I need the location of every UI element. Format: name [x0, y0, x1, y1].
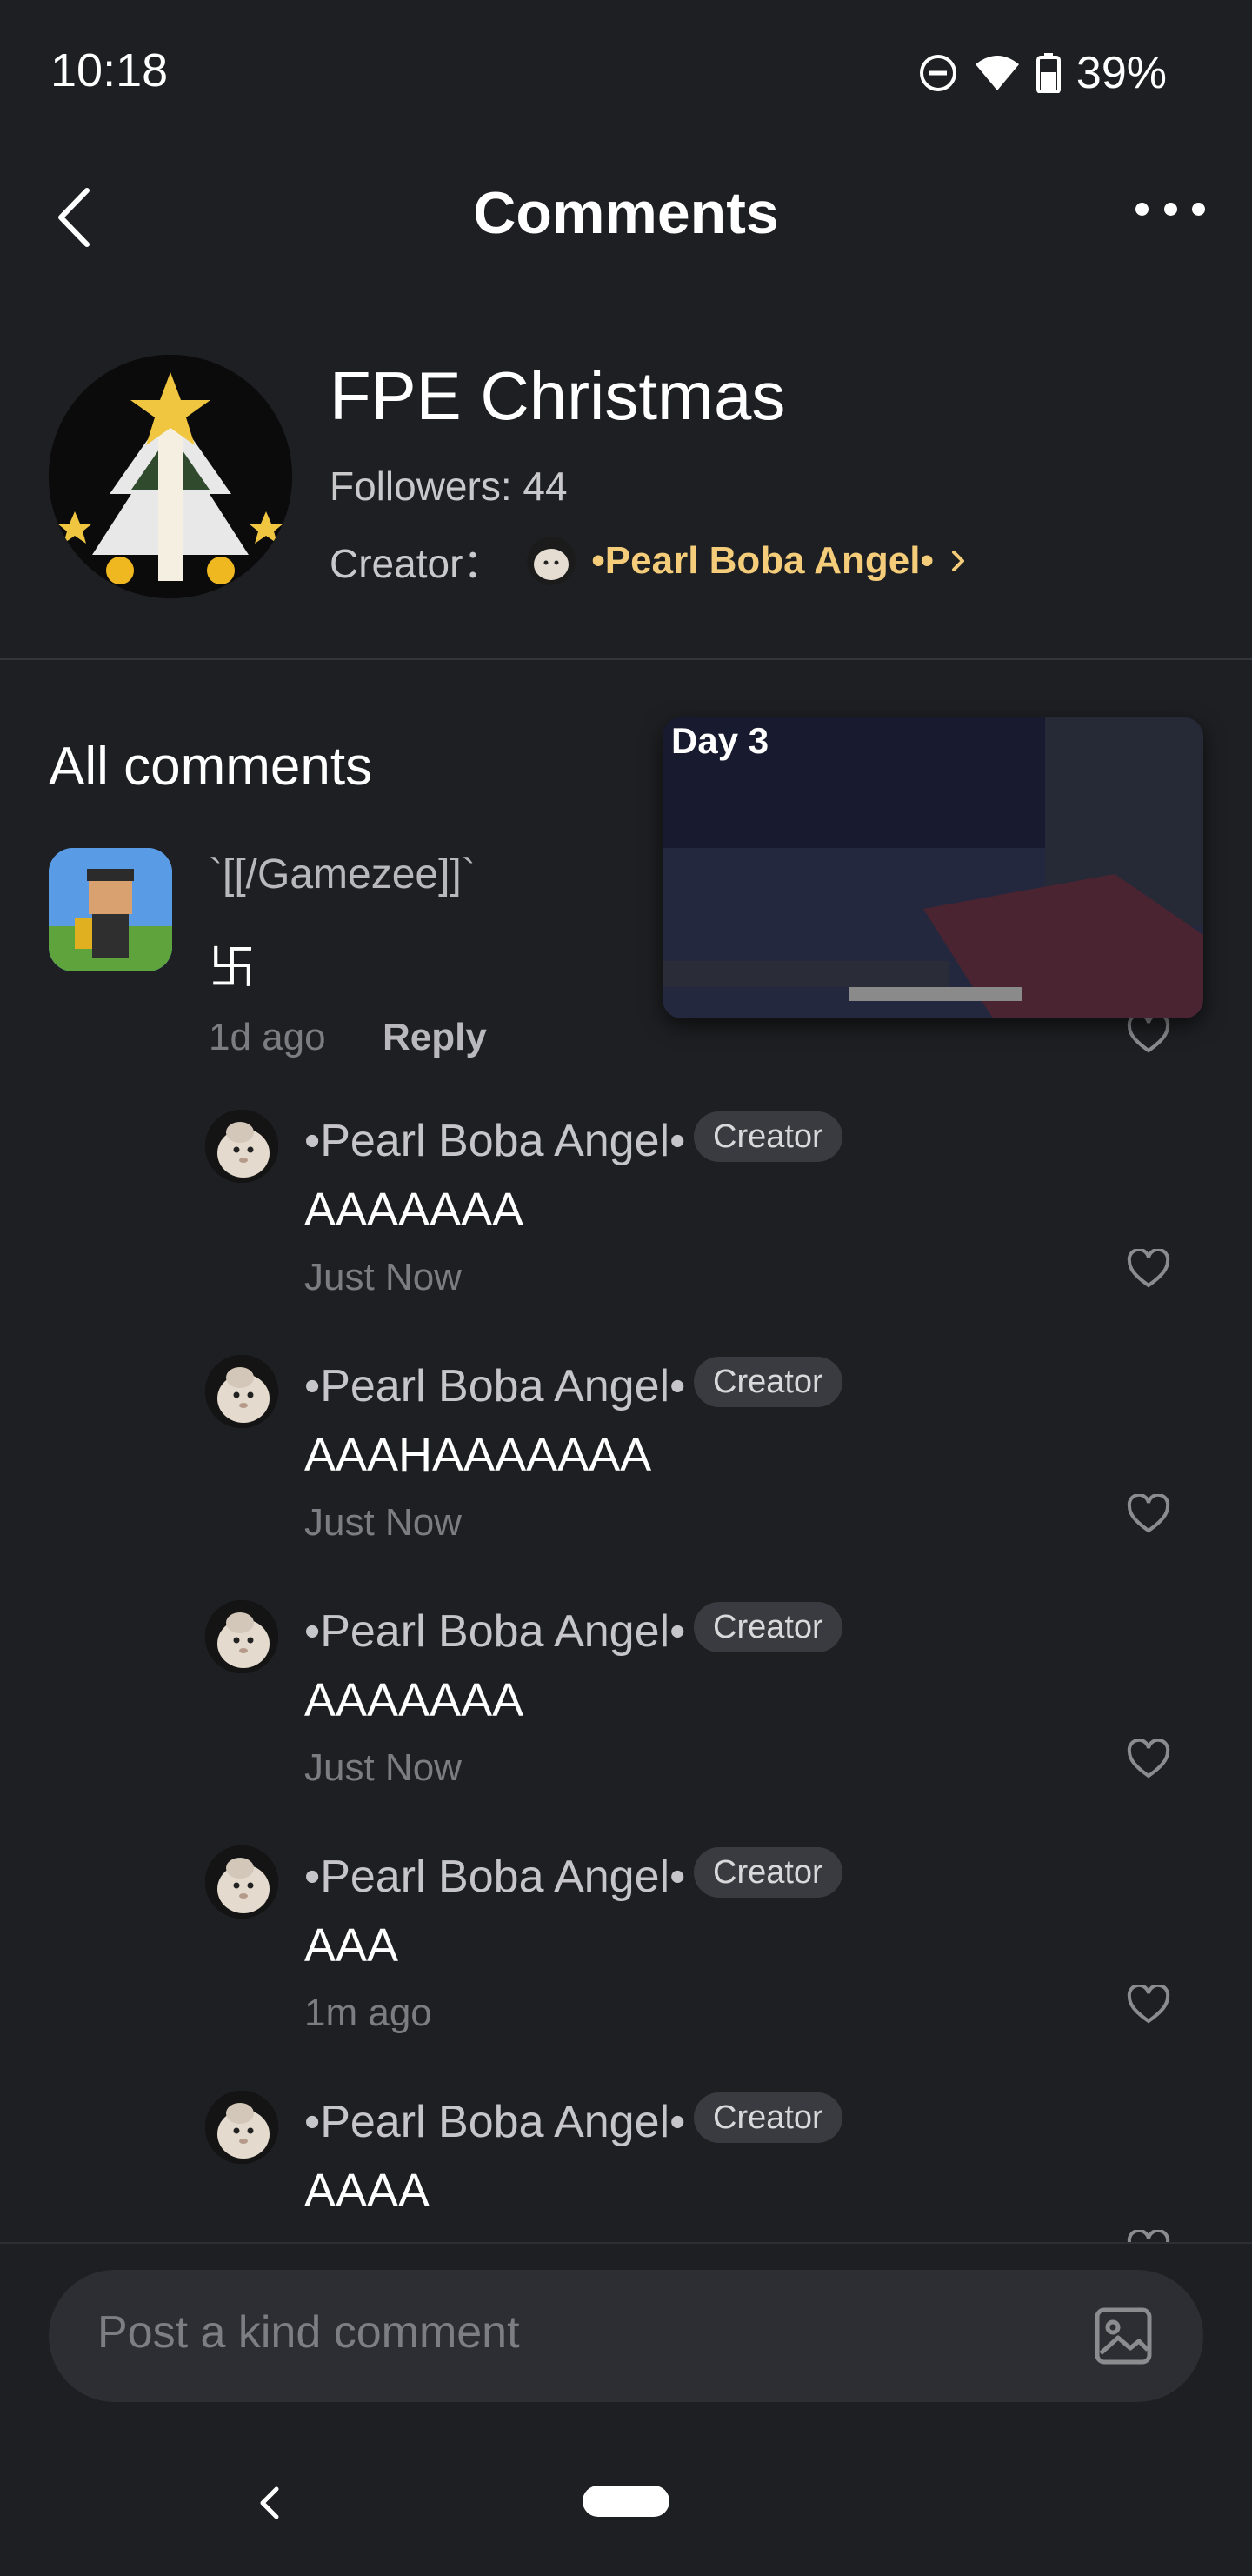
christmas-tree-icon [49, 355, 292, 598]
followers-count: Followers: 44 [330, 464, 568, 509]
heart-icon[interactable] [1127, 1494, 1170, 1534]
chevron-right-icon [951, 551, 964, 571]
topic-avatar[interactable] [49, 355, 292, 598]
reply-user-name[interactable]: •Pearl Boba Angel• [304, 1851, 685, 1903]
comment-time: 1d ago [209, 1016, 326, 1058]
heart-icon[interactable] [1127, 1739, 1170, 1779]
heart-icon[interactable] [1127, 1985, 1170, 2025]
creator-badge: Creator [694, 1602, 842, 1652]
creator-badge: Creator [694, 1357, 842, 1407]
nav-home-pill[interactable] [583, 2486, 669, 2517]
reply-avatar[interactable] [205, 1845, 278, 1919]
wifi-icon [975, 56, 1019, 90]
all-comments-title: All comments [49, 737, 373, 797]
battery-percent: 39% [1076, 48, 1167, 98]
battery-icon [1036, 53, 1061, 93]
reply-item: •Pearl Boba Angel• Creator AAAAAAA Just Now [0, 1110, 1252, 1355]
reply-item: •Pearl Boba Angel• Creator AAA 1m ago [0, 1845, 1252, 2091]
image-upload-button[interactable] [1092, 2305, 1155, 2367]
status-icons: 39% [918, 47, 1167, 99]
heart-icon[interactable] [1127, 1014, 1170, 1054]
video-day-label: Day 3 [671, 720, 769, 761]
reply-text: AAAHAAAAAAA [304, 1429, 652, 1481]
reply-user-name[interactable]: •Pearl Boba Angel• [304, 2096, 685, 2148]
reply-time: Just Now [304, 1746, 462, 1789]
reply-time: Just Now [304, 1501, 462, 1544]
reply-text: AAAAAAA [304, 1674, 524, 1726]
reply-time: Just Now [304, 1256, 462, 1298]
nav-back-icon[interactable] [257, 2486, 282, 2520]
page-title: Comments [473, 180, 779, 246]
topic-name: FPE Christmas [330, 357, 786, 434]
reply-avatar[interactable] [205, 1355, 278, 1428]
reply-text: AAAA [304, 2165, 430, 2217]
creator-avatar [527, 537, 576, 585]
more-options-button[interactable] [1135, 196, 1205, 222]
reply-user-name[interactable]: •Pearl Boba Angel• [304, 1360, 685, 1412]
reply-user-name[interactable]: •Pearl Boba Angel• [304, 1115, 685, 1167]
creator-badge: Creator [694, 2092, 842, 2143]
creator-badge: Creator [694, 1847, 842, 1898]
section-divider [0, 658, 1252, 660]
reply-avatar[interactable] [205, 1110, 278, 1183]
creator-badge: Creator [694, 1111, 842, 1162]
floating-video[interactable] [663, 717, 1203, 1018]
creator-label: Creator： [330, 541, 503, 586]
reply-avatar[interactable] [205, 2091, 278, 2164]
commenter-name[interactable]: `[[/Gamezee]]` [209, 851, 476, 898]
status-time: 10:18 [50, 44, 169, 97]
back-button[interactable] [49, 178, 101, 257]
creator-row[interactable]: Creator： •Pearl Boba Angel• [330, 532, 965, 590]
reply-button[interactable]: Reply [383, 1016, 487, 1059]
creator-name-link[interactable]: •Pearl Boba Angel• [591, 539, 934, 583]
comment-text: 卐 [209, 942, 256, 994]
reply-time: 1m ago [304, 1992, 432, 2034]
comment-placeholder: Post a kind comment [97, 2307, 520, 2358]
reply-text: AAAAAAA [304, 1184, 524, 1236]
reply-text: AAA [304, 1919, 399, 1972]
commenter-avatar[interactable] [49, 848, 172, 971]
heart-icon[interactable] [1127, 1249, 1170, 1289]
reply-item: •Pearl Boba Angel• Creator AAAAAAA Just Now [0, 1600, 1252, 1845]
reply-avatar[interactable] [205, 1600, 278, 1673]
reply-user-name[interactable]: •Pearl Boba Angel• [304, 1605, 685, 1658]
reply-item: •Pearl Boba Angel• Creator AAAHAAAAAAA Just… [0, 1355, 1252, 1600]
do-not-disturb-icon [919, 55, 956, 91]
